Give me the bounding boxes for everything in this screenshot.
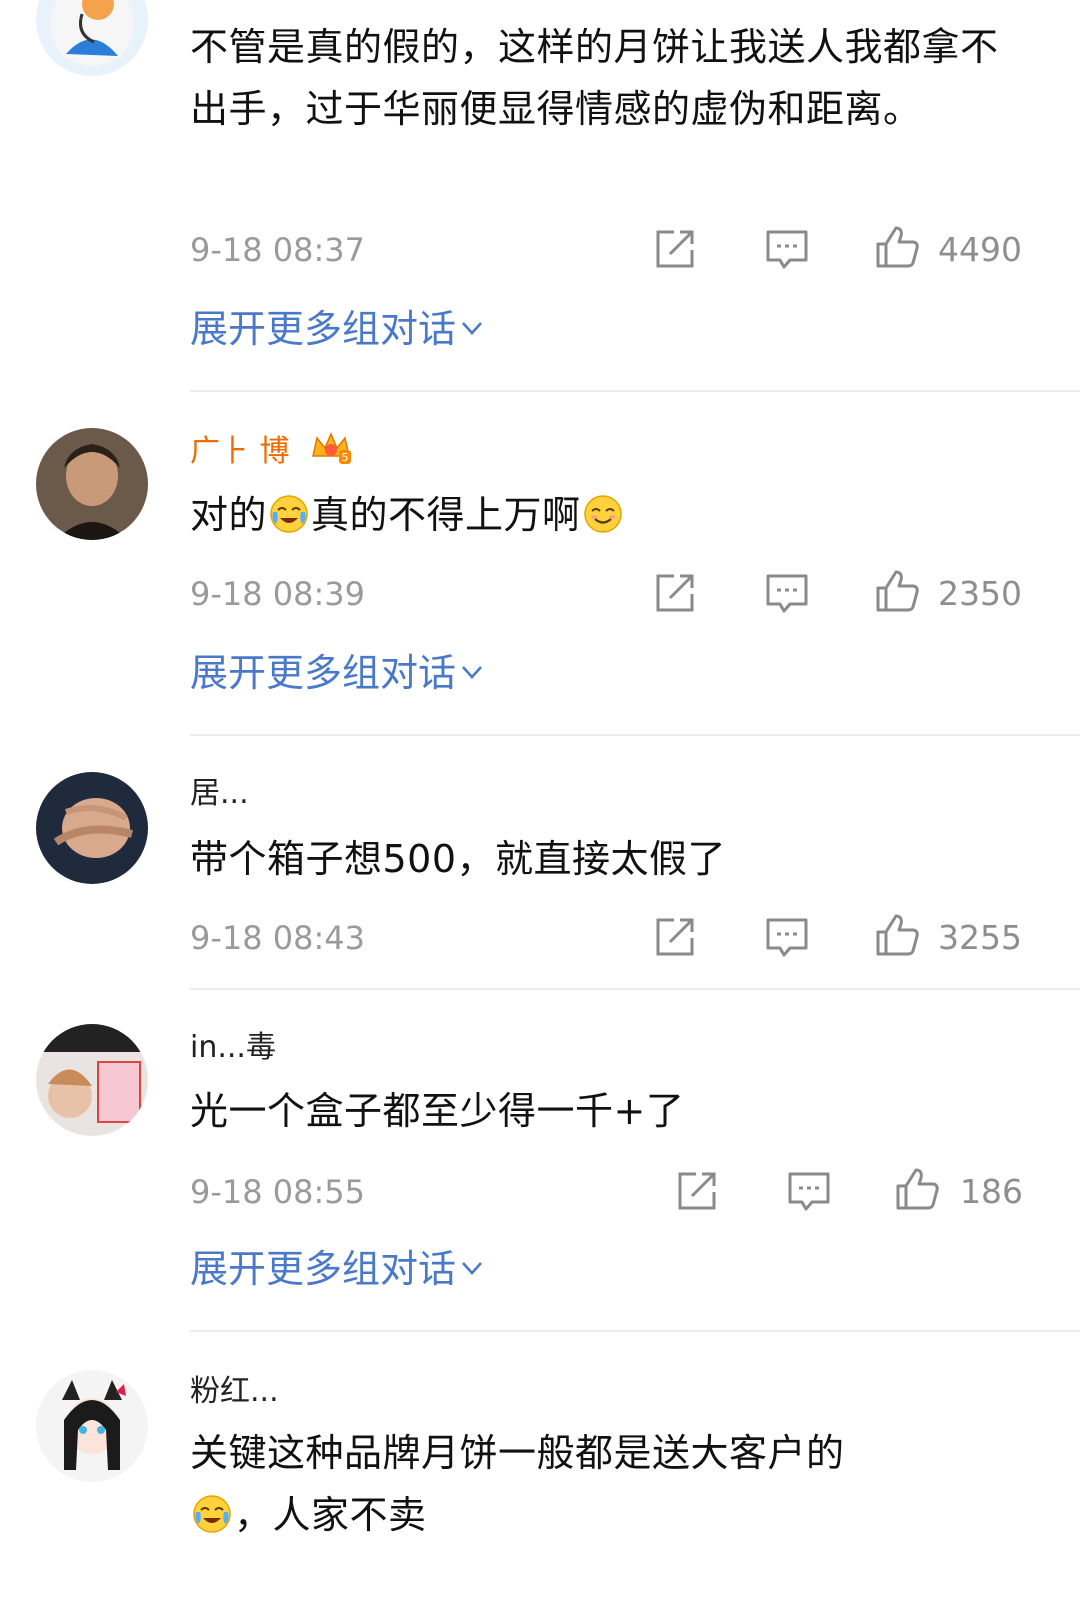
- avatar[interactable]: [36, 1024, 148, 1136]
- laugh-cry-emoji: [192, 1494, 232, 1534]
- chevron-down-icon: [460, 660, 484, 684]
- share-icon[interactable]: [674, 1168, 720, 1214]
- badge-number: 5: [342, 451, 349, 464]
- comment-text: 带个箱子想500，就直接太假了: [190, 837, 727, 881]
- comment-icon[interactable]: [764, 226, 810, 272]
- comment-text: 对的 真的不得上万啊: [190, 484, 1010, 546]
- avatar[interactable]: [36, 428, 148, 540]
- divider: [190, 390, 1080, 392]
- timestamp: 9-18 08:39: [190, 575, 366, 613]
- like-count: 186: [960, 1172, 1023, 1211]
- expand-replies-link[interactable]: 展开更多组对话: [190, 1246, 484, 1292]
- timestamp: 9-18 08:37: [190, 231, 366, 269]
- timestamp: 9-18 08:43: [190, 919, 366, 957]
- avatar[interactable]: [36, 772, 148, 884]
- expand-label: 展开更多组对话: [190, 651, 457, 695]
- chevron-down-icon: [460, 316, 484, 340]
- username[interactable]: 广⺊ 博 5: [190, 430, 353, 475]
- divider: [190, 734, 1080, 736]
- comment-icon[interactable]: [764, 914, 810, 960]
- comment-text: 关键这种品牌月饼一般都是送大客户的 ，人家不卖: [190, 1422, 1010, 1546]
- comment-icon[interactable]: [764, 570, 810, 616]
- share-icon[interactable]: [652, 914, 698, 960]
- expand-label: 展开更多组对话: [190, 1247, 457, 1291]
- share-icon[interactable]: [652, 570, 698, 616]
- text-segment: 对的: [190, 493, 268, 537]
- comment-text: 光一个盒子都至少得一千+了: [190, 1089, 685, 1133]
- like-count: 2350: [938, 574, 1022, 613]
- like-count: 4490: [938, 230, 1022, 269]
- avatar[interactable]: [36, 1370, 148, 1482]
- chevron-down-icon: [460, 1256, 484, 1280]
- text-segment: ，人家不卖: [234, 1493, 427, 1537]
- thumbs-up-icon[interactable]: [874, 568, 920, 614]
- like-count: 3255: [938, 918, 1022, 957]
- crown-badge-icon: 5: [309, 430, 353, 475]
- comment-icon[interactable]: [786, 1168, 832, 1214]
- expand-replies-link[interactable]: 展开更多组对话: [190, 306, 484, 352]
- divider: [190, 988, 1080, 990]
- share-icon[interactable]: [652, 226, 698, 272]
- divider: [190, 1330, 1080, 1332]
- thumbs-up-icon[interactable]: [894, 1166, 940, 1212]
- text-segment: 关键这种品牌月饼一般都是送大客户的: [190, 1431, 845, 1475]
- thumbs-up-icon[interactable]: [874, 224, 920, 270]
- text-segment: 真的不得上万啊: [311, 493, 581, 537]
- smile-emoji: [583, 494, 623, 534]
- comment-text: 不管是真的假的，这样的月饼让我送人我都拿不出手，过于华丽便显得情感的虚伪和距离。: [190, 25, 999, 131]
- username[interactable]: 居...: [190, 776, 249, 812]
- username-text: 广⺊ 博: [190, 434, 290, 469]
- laugh-cry-emoji: [269, 494, 309, 534]
- thumbs-up-icon[interactable]: [874, 912, 920, 958]
- username[interactable]: in...毒: [190, 1030, 276, 1066]
- username[interactable]: 粉红...: [190, 1374, 279, 1410]
- expand-replies-link[interactable]: 展开更多组对话: [190, 650, 484, 696]
- expand-label: 展开更多组对话: [190, 307, 457, 351]
- timestamp: 9-18 08:55: [190, 1173, 366, 1211]
- avatar[interactable]: [36, 0, 148, 76]
